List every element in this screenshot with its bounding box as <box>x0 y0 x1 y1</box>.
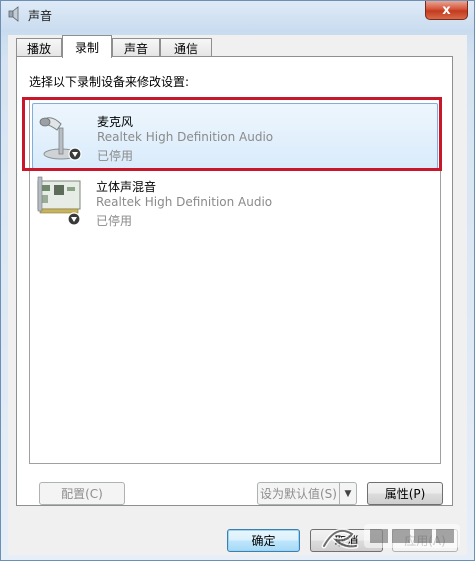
tab-recording[interactable]: 录制 <box>62 35 112 58</box>
recording-tab-panel: 选择以下录制设备来修改设置: 麦克风 Realtek High Definiti… <box>16 56 453 506</box>
tab-communications[interactable]: 通信 <box>160 38 212 57</box>
watermark-logo <box>321 524 460 549</box>
device-driver: Realtek High Definition Audio <box>96 195 273 209</box>
device-status: 已停用 <box>97 149 134 163</box>
sound-dialog-window: 声音 x 播放 录制 声音 通信 选择以下录制设备来修改设置: 麦克风 Real… <box>0 0 475 561</box>
device-status: 已停用 <box>96 214 133 228</box>
tab-sounds[interactable]: 声音 <box>112 38 160 57</box>
sound-card-icon <box>37 176 81 226</box>
dialog-body: 播放 录制 声音 通信 选择以下录制设备来修改设置: 麦克风 Realtek H… <box>8 35 467 555</box>
close-icon: x <box>442 2 451 18</box>
instruction-label: 选择以下录制设备来修改设置: <box>29 75 190 89</box>
properties-button[interactable]: 属性(P) <box>367 482 443 505</box>
close-button[interactable]: x <box>425 1 468 20</box>
device-list[interactable]: 麦克风 Realtek High Definition Audio 已停用 立体… <box>29 99 441 464</box>
device-name: 立体声混音 <box>96 180 157 194</box>
configure-button[interactable]: 配置(C) <box>39 482 125 505</box>
set-default-dropdown[interactable]: ▼ <box>340 482 357 505</box>
device-item-microphone[interactable]: 麦克风 Realtek High Definition Audio 已停用 <box>32 103 438 169</box>
tab-playback[interactable]: 播放 <box>16 38 62 57</box>
speaker-icon <box>8 6 19 22</box>
title-bar[interactable]: 声音 x <box>1 1 474 29</box>
device-name: 麦克风 <box>97 115 134 129</box>
device-driver: Realtek High Definition Audio <box>97 130 274 144</box>
microphone-icon <box>39 117 82 161</box>
set-default-button[interactable]: 设为默认值(S) <box>257 482 340 505</box>
window-title: 声音 <box>28 9 53 23</box>
ok-button[interactable]: 确定 <box>227 529 300 552</box>
chevron-down-icon: ▼ <box>344 488 352 499</box>
device-item-stereo-mix[interactable]: 立体声混音 Realtek High Definition Audio 已停用 <box>32 169 438 235</box>
